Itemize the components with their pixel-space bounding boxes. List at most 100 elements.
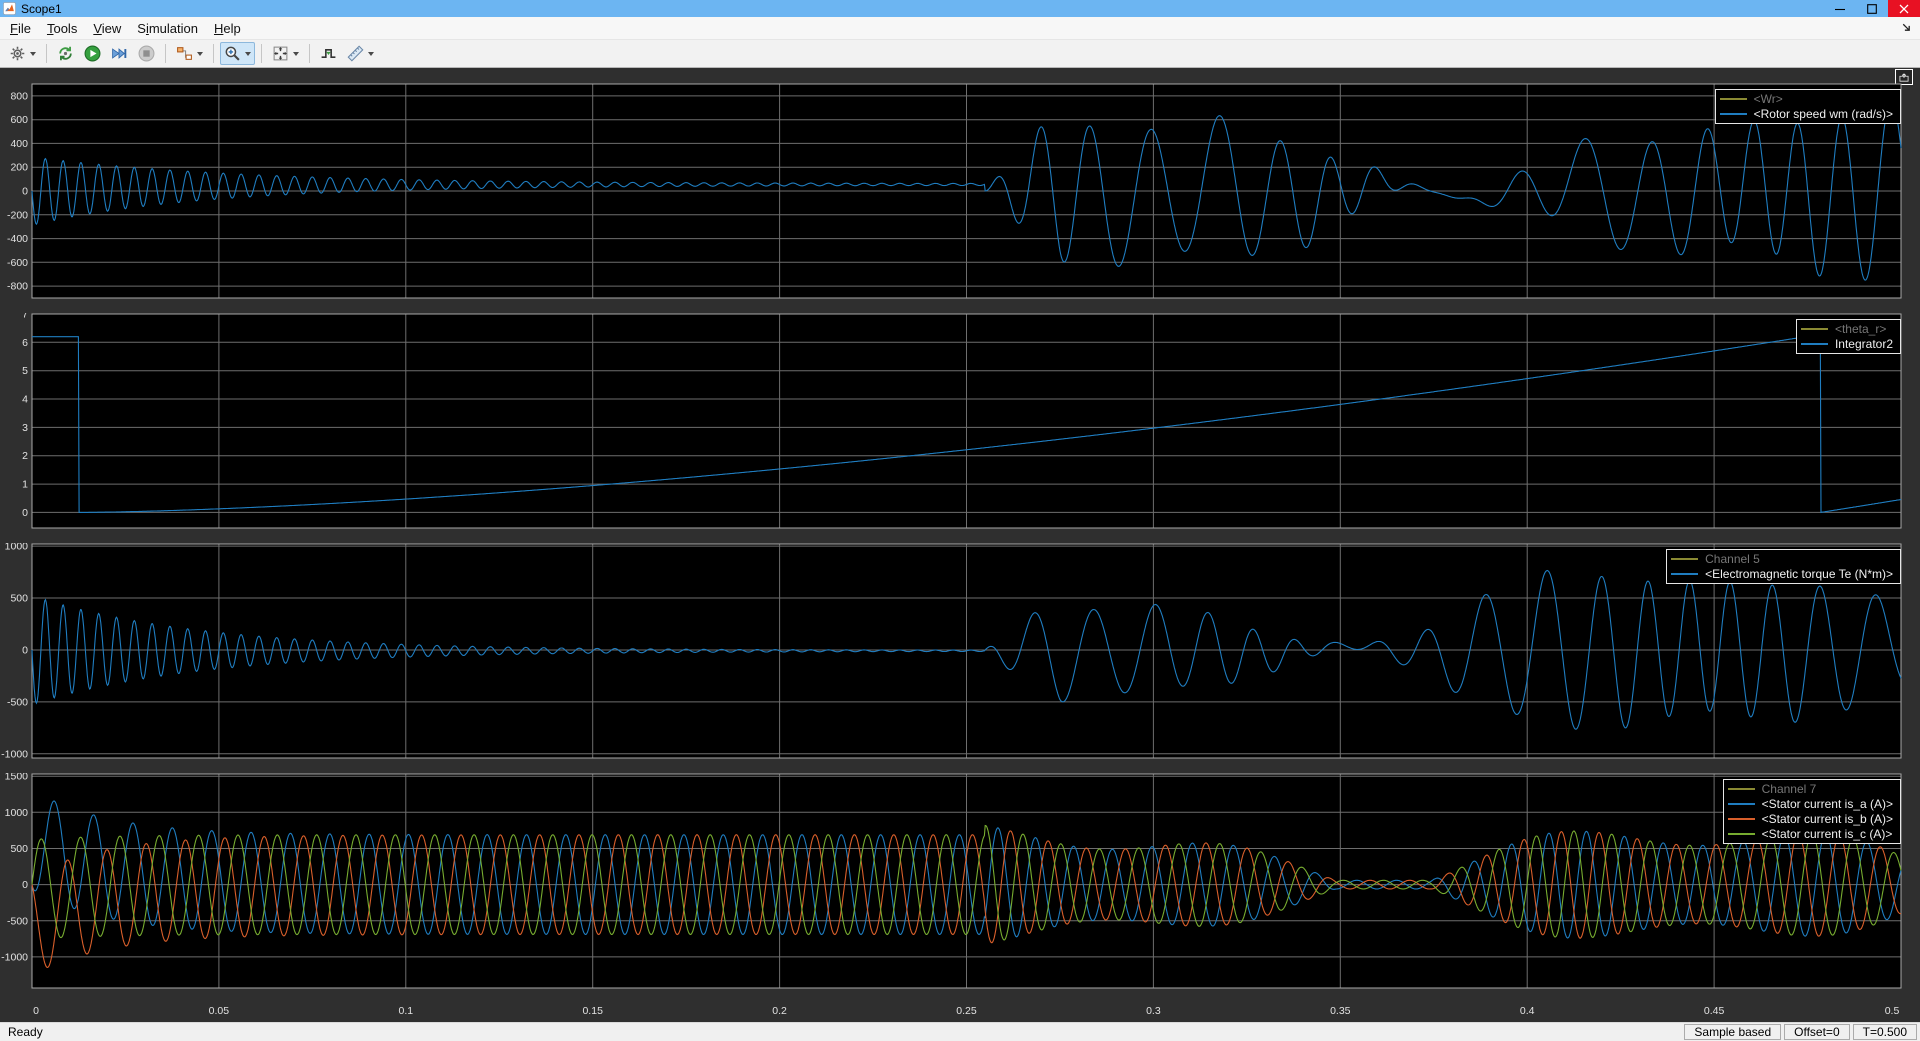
trigger-icon (320, 45, 337, 62)
legend-item[interactable]: <Rotor speed wm (rad/s)> (1720, 106, 1893, 121)
legend-item[interactable]: <Electromagnetic torque Te (N*m)> (1671, 566, 1893, 581)
scope-window: Scope1 FileToolsViewSimulationHelp 80060… (0, 0, 1920, 1041)
x-tick-label: 0.45 (1704, 1005, 1725, 1017)
zoom-button[interactable] (220, 42, 255, 65)
legend-item[interactable]: <theta_r> (1801, 321, 1893, 336)
close-button[interactable] (1888, 0, 1920, 17)
legend-label: <Stator current is_a (A)> (1762, 797, 1893, 811)
legend-label: <Electromagnetic torque Te (N*m)> (1705, 567, 1893, 581)
legend-label: Channel 5 (1705, 552, 1760, 566)
matlab-scope-icon (3, 2, 16, 15)
window-controls (1824, 0, 1920, 17)
step-icon (111, 45, 128, 62)
y-tick-label: 200 (10, 162, 28, 174)
legend-item[interactable]: <Wr> (1720, 91, 1893, 106)
menu-view[interactable]: View (85, 19, 129, 38)
x-tick-label: 0.5 (1885, 1005, 1900, 1017)
legend-item[interactable]: <Stator current is_c (A)> (1728, 826, 1893, 841)
plot-canvas: 8006004002000-200-400-600-800<Wr><Rotor … (0, 68, 1920, 1022)
legend-line-sample (1720, 98, 1747, 100)
dropdown-caret-icon[interactable] (245, 52, 251, 56)
status-offset: Offset=0 (1784, 1024, 1849, 1040)
y-tick-label: 1500 (5, 773, 29, 783)
menu-simulation[interactable]: Simulation (129, 19, 206, 38)
legend-label: <Stator current is_b (A)> (1762, 812, 1893, 826)
y-tick-label: 0 (22, 507, 28, 519)
status-text: Ready (8, 1025, 43, 1039)
cursor-measurements-button[interactable] (343, 42, 378, 65)
legend-item[interactable]: <Stator current is_b (A)> (1728, 811, 1893, 826)
titlebar[interactable]: Scope1 (0, 0, 1920, 17)
y-tick-label: 500 (10, 593, 28, 605)
legend-line-sample (1728, 803, 1755, 805)
x-tick-label: 0.1 (398, 1005, 413, 1017)
plot-axes-theta: 76543210 (0, 313, 1915, 530)
toolbar-separator (261, 44, 262, 63)
legend-line-sample (1801, 343, 1828, 345)
x-axis-labels: 00.050.10.150.20.250.30.350.40.450.5 (0, 1003, 1915, 1019)
plot-axes-stator-currents: 150010005000-500-1000 (0, 773, 1915, 990)
fit-to-view-button[interactable] (268, 42, 303, 65)
y-tick-label: -400 (7, 233, 28, 245)
signals-icon (176, 45, 193, 62)
plot-torque[interactable]: 1000 500 0 -500 -1000 Channel 5<Electromagnet… (0, 543, 1915, 760)
menu-tools[interactable]: Tools (39, 19, 85, 38)
legend-stator-currents: Channel 7<Stator current is_a (A)><Stato… (1723, 779, 1901, 844)
y-tick-label: 400 (10, 138, 28, 150)
run-button[interactable] (80, 42, 105, 65)
trigger-button[interactable] (316, 42, 341, 65)
status-time: T=0.500 (1853, 1024, 1917, 1040)
x-tick-label: 0.35 (1330, 1005, 1351, 1017)
x-tick-label: 0.3 (1146, 1005, 1161, 1017)
legend-line-sample (1801, 328, 1828, 330)
legend-item[interactable]: Integrator2 (1801, 336, 1893, 351)
x-tick-label: 0.2 (772, 1005, 787, 1017)
legend-item[interactable]: <Stator current is_a (A)> (1728, 796, 1893, 811)
y-tick-label: -1000 (1, 951, 28, 963)
toolbar-separator (165, 44, 166, 63)
plot-stator-currents[interactable]: 150010005000-500-1000Channel 7<Stator cu… (0, 773, 1915, 990)
dropdown-caret-icon[interactable] (368, 52, 374, 56)
window-title: Scope1 (21, 2, 62, 16)
configuration-properties-button[interactable] (5, 42, 40, 65)
y-tick-label: 5 (22, 365, 28, 377)
gear-arrows-icon (57, 45, 74, 62)
plot-axes-rotor-speed: 8006004002000-200-400-600-800 (0, 83, 1915, 300)
y-tick-label: 1000 (5, 543, 29, 553)
plot-rotor-speed[interactable]: 8006004002000-200-400-600-800<Wr><Rotor … (0, 83, 1915, 300)
gear-icon (9, 45, 26, 62)
legend-item[interactable]: Channel 5 (1671, 551, 1893, 566)
legend-label: Integrator2 (1835, 337, 1893, 351)
menu-file[interactable]: File (2, 19, 39, 38)
simulate-step-back-button[interactable] (53, 42, 78, 65)
y-tick-label: -500 (7, 696, 28, 708)
toolbar-separator (46, 44, 47, 63)
y-tick-label: 0 (22, 879, 28, 891)
menu-help[interactable]: Help (206, 19, 249, 38)
legend-line-sample (1728, 818, 1755, 820)
y-tick-label: 2 (22, 450, 28, 462)
legend-torque: Channel 5<Electromagnetic torque Te (N*m… (1666, 549, 1901, 584)
plot-axes-torque: 1000 500 0 -500 -1000 (0, 543, 1915, 760)
legend-item[interactable]: Channel 7 (1728, 781, 1893, 796)
y-tick-label: -600 (7, 257, 28, 269)
legend-line-sample (1671, 573, 1698, 575)
statusbar: Ready Sample based Offset=0 T=0.500 (0, 1022, 1920, 1041)
maximize-button[interactable] (1856, 0, 1888, 17)
legend-label: <theta_r> (1835, 322, 1886, 336)
minimize-button[interactable] (1824, 0, 1856, 17)
dropdown-caret-icon[interactable] (30, 52, 36, 56)
dropdown-caret-icon[interactable] (197, 52, 203, 56)
signal-selector-button[interactable] (172, 42, 207, 65)
legend-label: <Stator current is_c (A)> (1762, 827, 1893, 841)
plot-theta[interactable]: 76543210<theta_r>Integrator2 (0, 313, 1915, 530)
dropdown-caret-icon[interactable] (293, 52, 299, 56)
legend-label: <Rotor speed wm (rad/s)> (1754, 107, 1893, 121)
y-tick-label: -1000 (1, 748, 28, 760)
y-tick-label: -500 (7, 915, 28, 927)
y-tick-label: 0 (22, 645, 28, 657)
legend-line-sample (1728, 788, 1755, 790)
step-forward-button[interactable] (107, 42, 132, 65)
menubar: FileToolsViewSimulationHelp (0, 17, 1920, 40)
dock-arrow-icon[interactable] (1900, 21, 1913, 34)
